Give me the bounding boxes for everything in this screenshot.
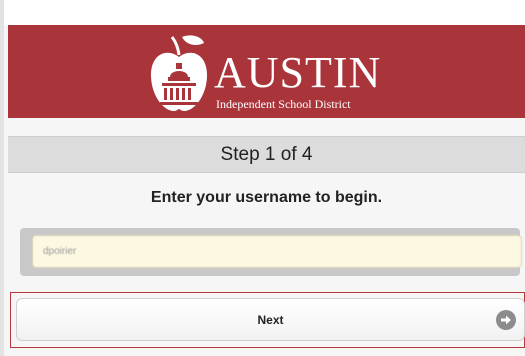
arrow-right-circle-icon xyxy=(496,310,516,330)
next-button[interactable]: Next xyxy=(16,298,525,341)
username-input[interactable] xyxy=(32,235,522,268)
apple-capitol-icon xyxy=(150,35,208,111)
next-button-label: Next xyxy=(257,312,284,327)
username-field-container xyxy=(20,228,522,276)
step-indicator: Step 1 of 4 xyxy=(8,136,525,173)
left-border xyxy=(0,0,4,356)
step-title: Step 1 of 4 xyxy=(220,143,313,165)
top-strip xyxy=(4,0,525,25)
logo-wordmark: AUSTIN xyxy=(214,48,382,97)
logo-subtitle: Independent School District xyxy=(216,97,351,111)
username-prompt: Enter your username to begin. xyxy=(150,189,383,206)
login-page: AUSTIN Independent School District Step … xyxy=(0,0,525,356)
austin-isd-logo: AUSTIN Independent School District xyxy=(148,33,398,113)
district-banner: AUSTIN Independent School District xyxy=(8,25,525,118)
spacer xyxy=(8,118,525,136)
